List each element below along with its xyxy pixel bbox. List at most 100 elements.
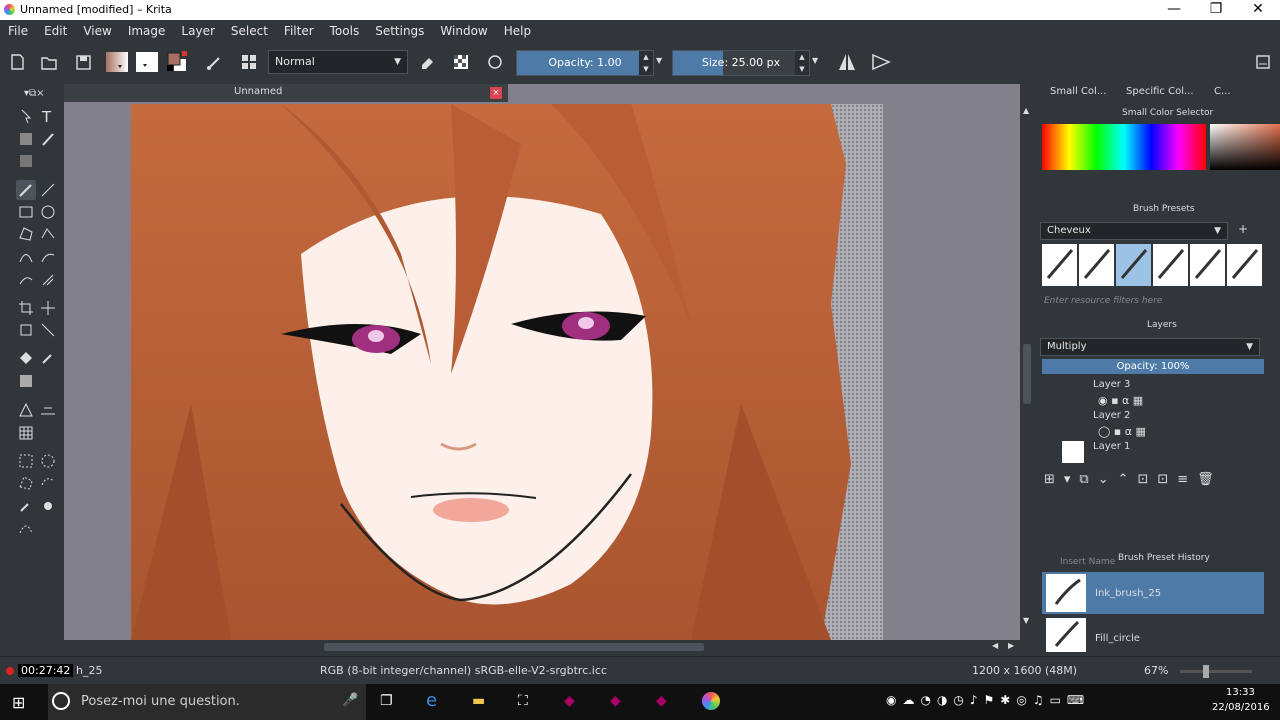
- history-filter-input[interactable]: Insert Name: [1060, 557, 1115, 567]
- layer-opacity-slider[interactable]: Opacity: 100%: [1042, 359, 1264, 374]
- select-shape-tool-icon[interactable]: [16, 106, 36, 126]
- polyline-tool-icon[interactable]: [38, 224, 58, 244]
- bezier-tool-icon[interactable]: [16, 247, 36, 267]
- gradient-editor-icon[interactable]: [16, 151, 36, 171]
- fg-bg-color-icon[interactable]: [164, 49, 190, 75]
- brush-preset-thumbnail[interactable]: [1079, 244, 1114, 286]
- layer-3-properties-icon[interactable]: ◉ ▪ α ▦: [1098, 394, 1143, 407]
- tab-specific-color[interactable]: Specific Col...: [1126, 86, 1194, 97]
- horizontal-scroll-thumb[interactable]: [324, 643, 704, 651]
- app-icon-2[interactable]: ◆: [610, 693, 621, 709]
- document-close-icon[interactable]: ×: [490, 87, 502, 99]
- edge-browser-icon[interactable]: e: [426, 690, 437, 711]
- menu-help[interactable]: Help: [496, 20, 539, 42]
- menu-layer[interactable]: Layer: [173, 20, 222, 42]
- scroll-down-icon[interactable]: ▼: [1023, 616, 1029, 625]
- freehand-path-tool-icon[interactable]: [38, 247, 58, 267]
- tab-small-color[interactable]: Small Col...: [1050, 86, 1106, 97]
- brush-preset-thumbnail[interactable]: [1116, 244, 1151, 286]
- history-item-name[interactable]: Fill_circle: [1095, 633, 1140, 644]
- cortana-search-box[interactable]: Posez-moi une question. 🎤: [48, 684, 366, 720]
- mirror-vertical-icon[interactable]: [868, 49, 894, 75]
- text-tool-icon[interactable]: T: [38, 106, 58, 126]
- menu-filter[interactable]: Filter: [276, 20, 322, 42]
- rectangle-tool-icon[interactable]: [16, 202, 36, 222]
- freehand-select-tool-icon[interactable]: [38, 473, 58, 493]
- menu-window[interactable]: Window: [432, 20, 495, 42]
- app-icon-3[interactable]: ◆: [656, 693, 667, 709]
- ellipse-select-tool-icon[interactable]: [38, 451, 58, 471]
- krita-taskbar-icon[interactable]: [702, 692, 720, 710]
- line-tool-icon[interactable]: [38, 180, 58, 200]
- size-spinner[interactable]: ▲ ▼: [795, 51, 809, 75]
- edit-shapes-tool-icon[interactable]: [16, 129, 36, 149]
- add-tag-icon[interactable]: +: [1238, 222, 1248, 236]
- hue-strip[interactable]: [1042, 124, 1206, 170]
- similar-select-tool-icon[interactable]: [38, 496, 58, 516]
- microphone-icon[interactable]: 🎤: [342, 693, 358, 708]
- menu-image[interactable]: Image: [120, 20, 174, 42]
- fill-tool-icon[interactable]: [16, 348, 36, 368]
- layer-actions-icon[interactable]: ⊞▾⧉⌄⌃⊡⊡≡🗑: [1044, 472, 1223, 487]
- windows-start-icon[interactable]: ⊞: [12, 693, 25, 712]
- toolbox-float-icon[interactable]: ▾⧉×: [24, 88, 45, 99]
- brush-preset-thumbnail[interactable]: [1042, 244, 1077, 286]
- gradient-selector-icon[interactable]: [104, 49, 130, 75]
- preserve-alpha-icon[interactable]: [448, 49, 474, 75]
- layer-3-name[interactable]: Layer 3: [1093, 379, 1130, 390]
- opacity-menu-arrow-icon[interactable]: ▼: [656, 56, 662, 65]
- layer-1-name[interactable]: Layer 1: [1093, 441, 1130, 452]
- blend-mode-select[interactable]: Normal ▼: [268, 50, 408, 74]
- menu-edit[interactable]: Edit: [36, 20, 75, 42]
- menu-tools[interactable]: Tools: [322, 20, 368, 42]
- brush-preset-thumbnail[interactable]: [1153, 244, 1188, 286]
- saturation-value-square[interactable]: [1210, 124, 1280, 170]
- ellipse-tool-icon[interactable]: [38, 202, 58, 222]
- canvas-horizontal-scrollbar[interactable]: ◀ ▶: [64, 640, 1034, 654]
- color-space-info[interactable]: RGB (8-bit integer/channel) sRGB-elle-V2…: [320, 664, 607, 677]
- menu-file[interactable]: File: [0, 20, 36, 42]
- freehand-brush-tool-icon[interactable]: [16, 180, 36, 200]
- gradient-tool-icon[interactable]: [16, 371, 36, 391]
- resource-filter-input[interactable]: Enter resource filters here: [1044, 296, 1162, 306]
- menu-view[interactable]: View: [75, 20, 119, 42]
- app-icon-1[interactable]: ◆: [564, 693, 575, 709]
- canvas-vertical-scrollbar[interactable]: ▲ ▼: [1020, 104, 1034, 640]
- vertical-scroll-thumb[interactable]: [1023, 344, 1031, 404]
- multibrush-tool-icon[interactable]: [38, 270, 58, 290]
- close-button[interactable]: ✕: [1236, 0, 1280, 20]
- brush-size-slider[interactable]: Size: 25.00 px ▲ ▼: [672, 50, 810, 76]
- perspective-grid-icon[interactable]: [38, 400, 58, 420]
- layer-2-properties-icon[interactable]: ◯ ▪ α ▦: [1098, 425, 1146, 438]
- open-folder-icon[interactable]: [36, 49, 62, 75]
- calligraphy-tool-icon[interactable]: [38, 129, 58, 149]
- transform-tool-icon[interactable]: [16, 320, 36, 340]
- move-tool-icon[interactable]: [38, 298, 58, 318]
- polygon-tool-icon[interactable]: [16, 224, 36, 244]
- task-view-icon[interactable]: ❐: [380, 693, 393, 709]
- scroll-right-icon[interactable]: ▶: [1008, 641, 1014, 650]
- zoom-slider-thumb[interactable]: [1202, 665, 1209, 678]
- opacity-slider[interactable]: Opacity: 1.00 ▲ ▼: [516, 50, 654, 76]
- dynamic-brush-tool-icon[interactable]: [16, 270, 36, 290]
- brush-preset-thumbnail[interactable]: [1227, 244, 1262, 286]
- assistant-tool-icon[interactable]: [16, 400, 36, 420]
- new-document-icon[interactable]: [4, 49, 30, 75]
- file-explorer-icon[interactable]: ▬: [472, 693, 485, 709]
- crop-tool-icon[interactable]: [16, 298, 36, 318]
- mirror-horizontal-icon[interactable]: [834, 49, 860, 75]
- tab-color-other[interactable]: C...: [1214, 86, 1231, 97]
- workspace-chooser-icon[interactable]: [1250, 49, 1276, 75]
- scroll-left-icon[interactable]: ◀: [992, 641, 998, 650]
- system-tray-icons[interactable]: ◉☁◔◑◷♪⚑✱◎♫▭⌨: [886, 693, 1090, 707]
- layer-blend-select[interactable]: Multiply ▼: [1040, 338, 1260, 356]
- canvas-artwork[interactable]: [131, 104, 883, 640]
- save-icon[interactable]: [70, 49, 96, 75]
- zoom-slider[interactable]: [1180, 665, 1252, 678]
- grid-tool-icon[interactable]: [16, 423, 36, 443]
- brush-presets-icon[interactable]: [236, 49, 262, 75]
- document-tab[interactable]: Unnamed ×: [64, 84, 508, 102]
- scroll-up-icon[interactable]: ▲: [1023, 106, 1029, 115]
- eraser-mode-icon[interactable]: [414, 49, 440, 75]
- opacity-spinner[interactable]: ▲ ▼: [639, 51, 653, 75]
